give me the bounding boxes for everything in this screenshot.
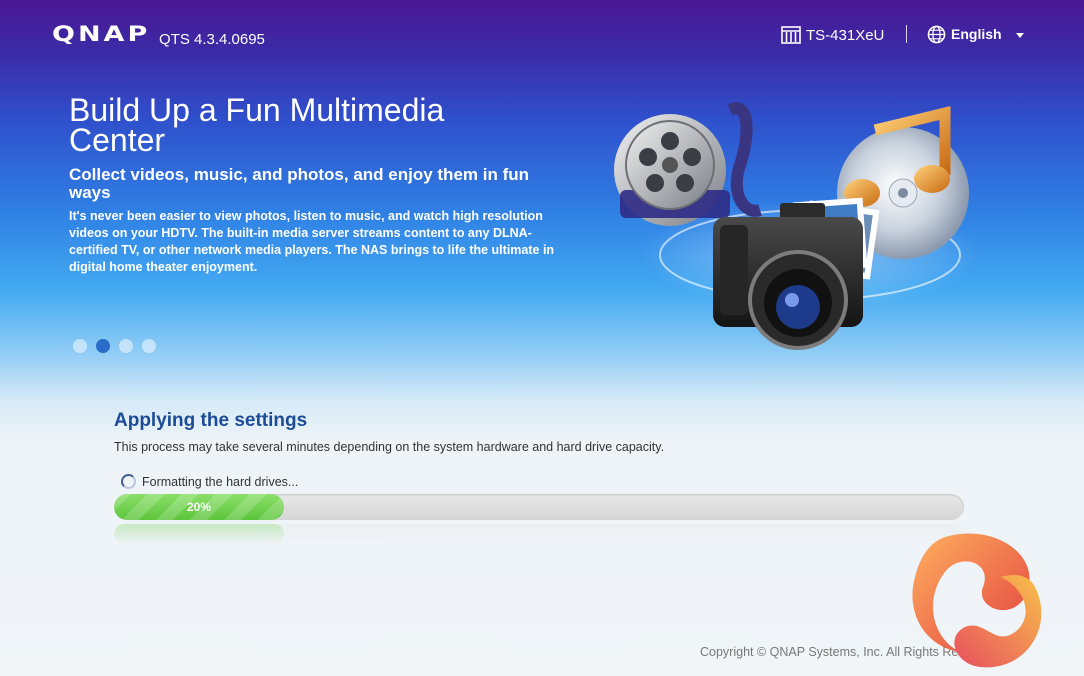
- nas-icon: [781, 26, 801, 44]
- carousel-dot[interactable]: [73, 339, 87, 353]
- carousel-dots: [73, 339, 156, 353]
- status-line: Formatting the hard drives...: [121, 474, 298, 489]
- page: QNAP QTS 4.3.4.0695 TS-431XeU English Bu…: [0, 0, 1084, 676]
- header-divider: [906, 25, 907, 43]
- carousel-dot[interactable]: [96, 339, 110, 353]
- spinner-icon: [121, 474, 136, 489]
- progress-label: 20%: [186, 500, 212, 514]
- progress-reflection: [114, 524, 964, 544]
- language-label: English: [951, 26, 1002, 42]
- model-info: TS-431XeU: [781, 25, 884, 45]
- qnap-logo: QNAP: [52, 22, 151, 47]
- watermark-logo: [912, 533, 1042, 668]
- status-text: Formatting the hard drives...: [142, 474, 299, 489]
- hero-description: It's never been easier to view photos, l…: [69, 209, 555, 274]
- language-selector[interactable]: English: [927, 24, 1024, 44]
- progress-bar: 20%: [114, 494, 964, 520]
- caret-down-icon: [1015, 32, 1024, 38]
- firmware-version: QTS 4.3.4.0695: [159, 31, 265, 48]
- progress-reflection-fill: [114, 524, 284, 544]
- apply-title: Applying the settings: [114, 410, 308, 431]
- carousel-dot[interactable]: [119, 339, 133, 353]
- apply-description: This process may take several minutes de…: [114, 440, 665, 454]
- hero-subtitle: Collect videos, music, and photos, and e…: [69, 165, 529, 202]
- globe-icon: [927, 25, 946, 43]
- carousel-dot[interactable]: [142, 339, 156, 353]
- multimedia-illustration: [614, 102, 980, 350]
- model-name: TS-431XeU: [806, 26, 885, 44]
- hero-title: Build Up a Fun Multimedia Center: [69, 92, 445, 158]
